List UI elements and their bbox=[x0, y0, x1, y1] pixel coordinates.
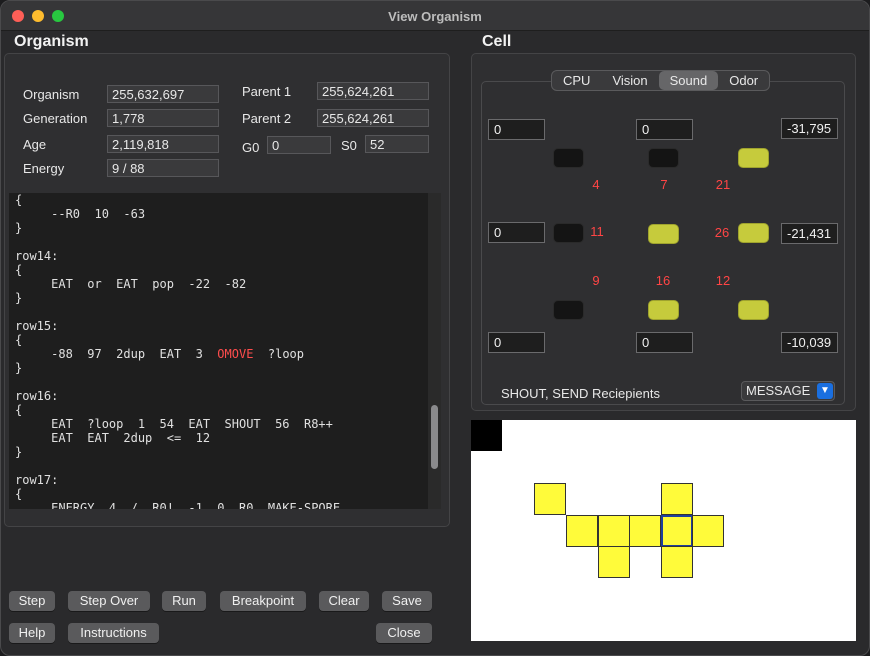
sound-input-top-right[interactable]: -31,795 bbox=[781, 118, 838, 139]
tab-cpu[interactable]: CPU bbox=[552, 71, 601, 90]
organism-cell[interactable] bbox=[598, 515, 630, 547]
organism-label: Organism bbox=[23, 87, 80, 102]
organism-cell[interactable] bbox=[566, 515, 598, 547]
sound-led-mid-left[interactable] bbox=[553, 223, 584, 243]
sound-led-top-left[interactable] bbox=[553, 148, 584, 168]
cell-section-title: Cell bbox=[482, 33, 512, 50]
g0-label: G0 bbox=[242, 140, 260, 155]
view-organism-window: View Organism Organism Organism 255,632,… bbox=[0, 0, 870, 656]
step-button[interactable]: Step bbox=[9, 591, 55, 611]
help-button[interactable]: Help bbox=[9, 623, 55, 643]
energy-field[interactable]: 9 / 88 bbox=[107, 159, 219, 177]
window-title: View Organism bbox=[388, 9, 482, 24]
organism-section-title: Organism bbox=[14, 33, 89, 50]
highlighted-instruction: OMOVE bbox=[217, 347, 254, 361]
tab-vision[interactable]: Vision bbox=[601, 71, 658, 90]
instructions-button[interactable]: Instructions bbox=[68, 623, 159, 643]
sound-value-21: 21 bbox=[715, 177, 731, 192]
close-button[interactable]: Close bbox=[376, 623, 432, 643]
s0-field[interactable]: 52 bbox=[365, 135, 429, 153]
generation-label: Generation bbox=[23, 111, 88, 126]
message-select-value: MESSAGE bbox=[746, 383, 811, 398]
parent1-label: Parent 1 bbox=[242, 84, 292, 99]
canvas-black-marker bbox=[471, 420, 502, 451]
recipients-label: SHOUT, SEND Reciepients bbox=[501, 386, 660, 401]
sound-led-bot-mid[interactable] bbox=[648, 300, 679, 320]
organism-cell[interactable] bbox=[598, 546, 630, 578]
organism-canvas[interactable] bbox=[471, 420, 856, 641]
code-text: { --R0 10 -63 } row14: { EAT or EAT pop … bbox=[15, 193, 341, 509]
sound-value-9: 9 bbox=[592, 273, 600, 288]
sound-led-center[interactable] bbox=[648, 224, 679, 244]
clear-button[interactable]: Clear bbox=[319, 591, 369, 611]
sound-value-4: 4 bbox=[592, 177, 600, 192]
cell-tabs: CPU Vision Sound Odor bbox=[551, 70, 771, 91]
sound-value-16: 16 bbox=[655, 273, 671, 288]
breakpoint-button[interactable]: Breakpoint bbox=[220, 591, 306, 611]
s0-label: S0 bbox=[341, 138, 357, 153]
energy-label: Energy bbox=[23, 161, 65, 176]
sound-input-bot-mid[interactable]: 0 bbox=[636, 332, 693, 353]
g0-field[interactable]: 0 bbox=[267, 136, 331, 154]
parent2-field[interactable]: 255,624,261 bbox=[317, 109, 429, 127]
age-label: Age bbox=[23, 137, 47, 152]
sound-led-mid-right[interactable] bbox=[738, 223, 769, 243]
sound-input-bot-right[interactable]: -10,039 bbox=[781, 332, 838, 353]
sound-value-11: 11 bbox=[590, 224, 604, 239]
sound-input-mid-left[interactable]: 0 bbox=[488, 222, 545, 243]
sound-value-26: 26 bbox=[714, 225, 730, 240]
generation-field[interactable]: 1,778 bbox=[107, 109, 219, 127]
sound-input-bot-left[interactable]: 0 bbox=[488, 332, 545, 353]
sound-led-top-right[interactable] bbox=[738, 148, 769, 168]
run-button[interactable]: Run bbox=[162, 591, 206, 611]
parent1-field[interactable]: 255,624,261 bbox=[317, 82, 429, 100]
chevron-down-icon: ▼ bbox=[817, 383, 833, 399]
tab-odor[interactable]: Odor bbox=[718, 71, 769, 90]
sound-led-top-mid[interactable] bbox=[648, 148, 679, 168]
selected-organism-cell[interactable] bbox=[661, 515, 693, 547]
organism-cell[interactable] bbox=[534, 483, 566, 515]
age-field[interactable]: 2,119,818 bbox=[107, 135, 219, 153]
parent2-label: Parent 2 bbox=[242, 111, 292, 126]
sound-input-mid-right[interactable]: -21,431 bbox=[781, 223, 838, 244]
sound-led-bot-right[interactable] bbox=[738, 300, 769, 320]
title-bar: View Organism bbox=[1, 1, 869, 31]
organism-cell[interactable] bbox=[692, 515, 724, 547]
step-over-button[interactable]: Step Over bbox=[68, 591, 150, 611]
code-scrollbar[interactable] bbox=[428, 193, 441, 509]
tab-sound[interactable]: Sound bbox=[658, 71, 719, 90]
code-scrollbar-thumb[interactable] bbox=[431, 405, 438, 469]
sound-input-top-mid[interactable]: 0 bbox=[636, 119, 693, 140]
organism-cell[interactable] bbox=[629, 515, 661, 547]
sound-input-top-left[interactable]: 0 bbox=[488, 119, 545, 140]
organism-cell[interactable] bbox=[661, 546, 693, 578]
message-select[interactable]: MESSAGE ▼ bbox=[741, 381, 835, 401]
sound-value-7: 7 bbox=[660, 177, 668, 192]
sound-value-12: 12 bbox=[715, 273, 731, 288]
sound-led-bot-left[interactable] bbox=[553, 300, 584, 320]
save-button[interactable]: Save bbox=[382, 591, 432, 611]
organism-cell[interactable] bbox=[661, 483, 693, 515]
code-view[interactable]: { --R0 10 -63 } row14: { EAT or EAT pop … bbox=[9, 193, 441, 509]
organism-id-field[interactable]: 255,632,697 bbox=[107, 85, 219, 103]
